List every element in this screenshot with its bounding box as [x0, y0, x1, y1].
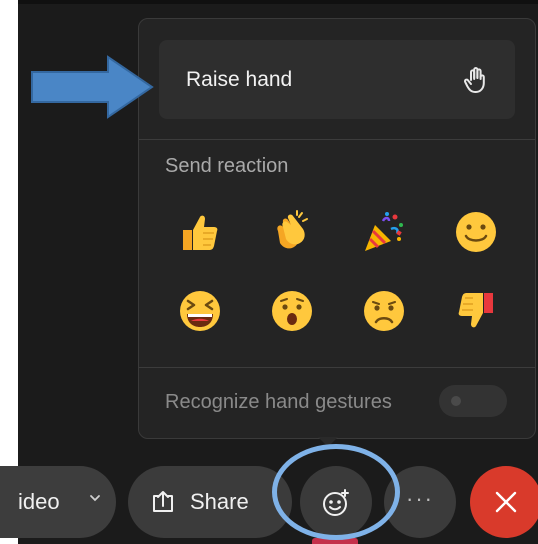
share-button[interactable]: Share	[128, 466, 292, 538]
clapping-hands-icon[interactable]	[265, 205, 319, 259]
raise-hand-label: Raise hand	[186, 68, 293, 91]
reactions-menu: Raise hand Send reaction Recognize hand …	[138, 18, 536, 439]
share-icon	[150, 490, 176, 514]
thumbs-down-icon[interactable]	[449, 284, 503, 338]
party-popper-icon[interactable]	[357, 205, 411, 259]
smiley-icon[interactable]	[449, 205, 503, 259]
menu-divider	[139, 367, 535, 368]
hand-gestures-label: Recognize hand gestures	[165, 391, 392, 413]
video-button[interactable]: ideo	[0, 466, 116, 538]
send-reaction-heading: Send reaction	[165, 155, 289, 177]
annotation-highlight-circle	[272, 444, 400, 540]
laughing-face-icon[interactable]	[173, 284, 227, 338]
video-label: ideo	[18, 489, 60, 514]
surprised-face-icon[interactable]	[265, 284, 319, 338]
stage-top-edge	[18, 0, 538, 4]
leave-button[interactable]	[470, 466, 538, 538]
chevron-down-icon[interactable]	[88, 491, 102, 505]
hand-gestures-toggle[interactable]	[439, 385, 507, 417]
close-icon	[493, 489, 519, 515]
menu-divider	[139, 139, 535, 140]
hand-icon	[463, 66, 489, 94]
share-label: Share	[190, 489, 249, 514]
sad-face-icon[interactable]	[357, 284, 411, 338]
annotation-arrow	[31, 55, 154, 119]
thumbs-up-icon[interactable]	[173, 205, 227, 259]
raise-hand-button[interactable]: Raise hand	[159, 40, 515, 119]
toggle-knob	[451, 396, 461, 406]
